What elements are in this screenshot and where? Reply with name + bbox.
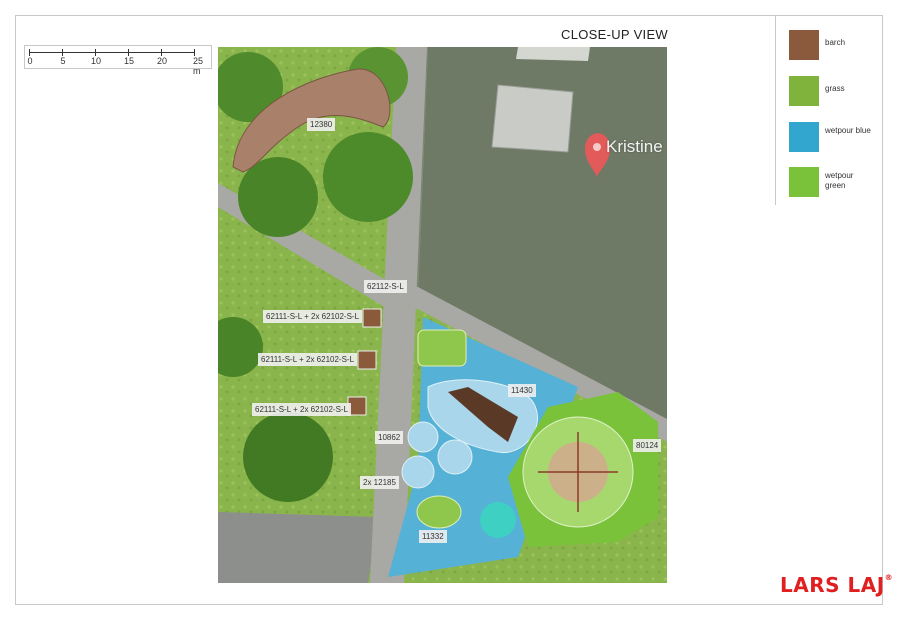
scale-tick (95, 49, 96, 56)
item-label-62112: 62112-S-L (364, 280, 407, 293)
scale-tick (128, 49, 129, 56)
logo-text: LARS LAJ (780, 573, 885, 597)
bench (357, 350, 377, 370)
item-label-11430: 11430 (508, 384, 536, 397)
wetpour-green-swatch (789, 167, 819, 197)
registered-mark: ® (884, 573, 894, 583)
scale-tick (29, 49, 30, 56)
grass-swatch (789, 76, 819, 106)
site-map: Kristine 12380 62112-S-L 62111-S-L + 2x … (218, 47, 667, 583)
scale-tick (194, 49, 195, 56)
scale-label: 0 (27, 56, 33, 66)
item-label-11332: 11332 (419, 530, 447, 543)
item-label-10862: 10862 (375, 431, 404, 444)
scale-tick (161, 49, 162, 56)
paved-area (218, 512, 378, 583)
scale-tick (62, 49, 63, 56)
legend-divider (775, 15, 776, 205)
scale-label: 15 (123, 56, 135, 66)
scale-label: 10 (90, 56, 102, 66)
item-label-80124: 80124 (633, 439, 662, 452)
legend-label: grass (825, 84, 845, 93)
wetpour-blue-swatch (789, 122, 819, 152)
page-title: CLOSE-UP VIEW (561, 27, 668, 42)
scale-bar-line (29, 52, 194, 53)
item-label-12380: 12380 (307, 118, 336, 131)
barch-swatch (789, 30, 819, 60)
scale-label: 5 (60, 56, 66, 66)
tree (323, 132, 413, 222)
splash-pad (480, 502, 516, 538)
location-pin-dot (593, 143, 601, 151)
scale-label: 25 m (193, 56, 204, 76)
play-pad (401, 455, 435, 489)
legend-label: barch (825, 38, 846, 47)
brand-logo: LARS LAJ® (780, 573, 893, 597)
legend-label: wetpour green (825, 171, 854, 190)
tree (243, 412, 333, 502)
legend-label: wetpour blue (825, 126, 871, 135)
building-top (516, 47, 590, 61)
play-pad (407, 421, 439, 453)
play-pad (437, 439, 473, 475)
scale-bar: 0 5 10 15 20 25 m (24, 45, 212, 76)
wetpour-green-pad (417, 329, 467, 367)
building (491, 84, 574, 153)
place-label: Kristine (606, 137, 663, 156)
bench (362, 308, 382, 328)
item-label-62111-c: 62111-S-L + 2x 62102-S-L (252, 403, 352, 416)
scale-label: 20 (156, 56, 168, 66)
wetpour-green-pad (416, 495, 462, 529)
item-label-62111-b: 62111-S-L + 2x 62102-S-L (258, 353, 358, 366)
item-label-62111-a: 62111-S-L + 2x 62102-S-L (263, 310, 363, 323)
item-label-12185: 2x 12185 (360, 476, 399, 489)
